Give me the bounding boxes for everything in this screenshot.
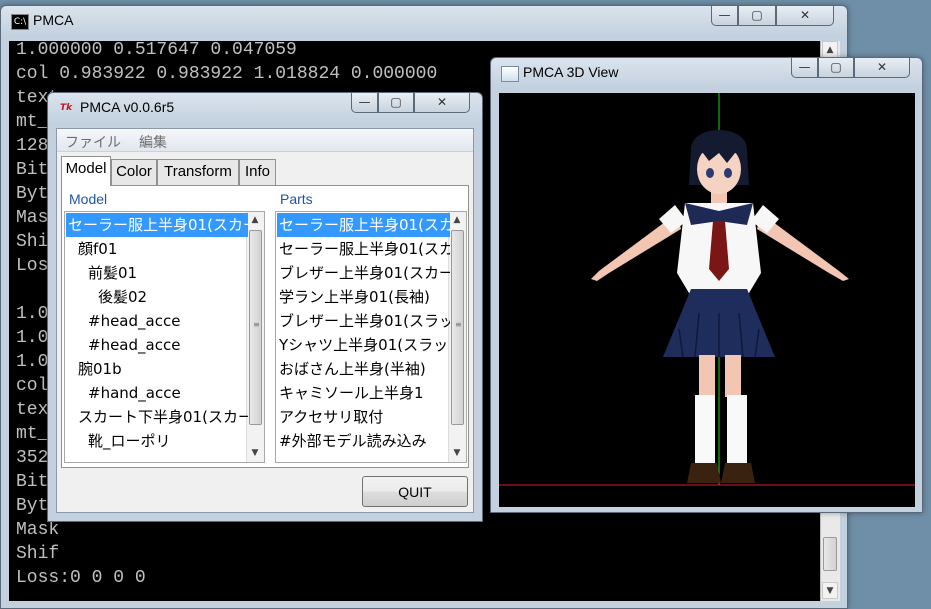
model-group-label: Model bbox=[69, 191, 108, 207]
scroll-up-button[interactable]: ▲ bbox=[822, 41, 838, 58]
scroll-down-button[interactable]: ▼ bbox=[822, 582, 838, 599]
maximize-icon: ▢ bbox=[751, 8, 763, 22]
parts-group-label: Parts bbox=[280, 191, 313, 207]
model-list-item[interactable]: 腕01b bbox=[66, 357, 248, 381]
scroll-up-button[interactable]: ▲ bbox=[247, 212, 263, 229]
view3d-maximize-button[interactable]: ▢ bbox=[818, 58, 854, 78]
console-line: col 0.983922 0.983922 1.018824 0.000000 bbox=[16, 64, 438, 84]
parts-list-item[interactable]: セーラー服上半身01(スカ bbox=[277, 237, 450, 261]
console-line: Mask bbox=[16, 520, 60, 540]
model-listbox[interactable]: ▲ ≡ ▼ セーラー服上半身01(スカー 顔f01 前髪01 後髪02 #head_ac… bbox=[64, 211, 265, 463]
model-list-item[interactable]: #head_acce bbox=[66, 309, 248, 333]
parts-list-scrollbar[interactable]: ▲ ≡ ▼ bbox=[448, 212, 466, 462]
scroll-up-icon: ▲ bbox=[826, 45, 834, 55]
model-list-item[interactable]: #head_acce bbox=[66, 333, 248, 357]
scroll-down-icon: ▼ bbox=[251, 448, 259, 458]
menu-file[interactable]: ファイル bbox=[65, 132, 121, 152]
model-list-item[interactable]: #hand_acce bbox=[66, 381, 248, 405]
menu-bar: ファイル 編集 bbox=[57, 129, 473, 152]
parts-list-item[interactable]: ブレザー上半身01(スカー bbox=[277, 261, 450, 285]
close-icon: ✕ bbox=[436, 95, 448, 109]
tab-model[interactable]: Model bbox=[61, 156, 111, 186]
minimize-icon: — bbox=[718, 8, 731, 22]
model-list-item[interactable]: 後髪02 bbox=[66, 285, 248, 309]
model-list-item[interactable]: スカート下半身01(スカー bbox=[66, 405, 248, 429]
parts-list-item[interactable]: セーラー服上半身01(スカ bbox=[277, 213, 450, 237]
tab-info[interactable]: Info bbox=[239, 159, 276, 185]
scroll-down-button[interactable]: ▼ bbox=[247, 445, 263, 462]
console-line: 352 bbox=[16, 448, 49, 468]
console-scroll-thumb[interactable] bbox=[823, 537, 837, 571]
pmca-title: PMCA v0.0.6r5 bbox=[80, 99, 175, 115]
grip-icon: ≡ bbox=[253, 320, 260, 329]
scroll-up-icon: ▲ bbox=[251, 215, 259, 225]
parts-list-item[interactable]: ブレザー上半身01(スラッ bbox=[277, 309, 450, 333]
console-line: 1.000000 0.517647 0.047059 bbox=[16, 41, 297, 60]
pmca-close-button[interactable]: ✕ bbox=[414, 93, 470, 113]
view3d-title: PMCA 3D View bbox=[523, 64, 619, 80]
view3d-close-button[interactable]: ✕ bbox=[854, 58, 910, 78]
parts-list-item[interactable]: #外部モデル読み込み bbox=[277, 429, 450, 453]
quit-button[interactable]: QUIT bbox=[362, 476, 468, 507]
console-title: PMCA bbox=[33, 12, 74, 28]
parts-list-item[interactable]: アクセサリ取付 bbox=[277, 405, 450, 429]
parts-list-item[interactable]: Yシャツ上半身01(スラッ bbox=[277, 333, 450, 357]
parts-list-item[interactable]: おばさん上半身(半袖) bbox=[277, 357, 450, 381]
maximize-icon: ▢ bbox=[830, 60, 842, 74]
tab-transform[interactable]: Transform bbox=[157, 159, 239, 185]
parts-list-item[interactable]: キャミソール上半身1 bbox=[277, 381, 450, 405]
grip-icon: ≡ bbox=[455, 320, 462, 329]
minimize-icon: — bbox=[358, 95, 371, 109]
model-list-item[interactable]: 前髪01 bbox=[66, 261, 248, 285]
console-line: Shif bbox=[16, 544, 60, 564]
pmca-client-area: ファイル 編集 Model Color Transform Info Model… bbox=[56, 128, 474, 513]
model-list-item[interactable]: 顔f01 bbox=[66, 237, 248, 261]
console-app-icon: C:\ bbox=[11, 14, 29, 30]
console-maximize-button[interactable]: ▢ bbox=[738, 6, 776, 26]
maximize-icon: ▢ bbox=[390, 95, 402, 109]
console-line: 128 bbox=[16, 136, 49, 156]
close-icon: ✕ bbox=[876, 60, 888, 74]
console-line: col bbox=[16, 376, 49, 396]
scroll-down-icon: ▼ bbox=[453, 448, 461, 458]
model-list-item[interactable]: セーラー服上半身01(スカー bbox=[66, 213, 248, 237]
parts-list-scroll-thumb[interactable]: ≡ bbox=[451, 230, 464, 425]
console-line: Loss:0 0 0 0 bbox=[16, 568, 146, 588]
tab-color[interactable]: Color bbox=[111, 159, 157, 185]
scroll-up-button[interactable]: ▲ bbox=[449, 212, 465, 229]
view3d-minimize-button[interactable]: — bbox=[791, 58, 818, 78]
view3d-window: PMCA 3D View — ▢ ✕ bbox=[490, 57, 923, 513]
model-list-scroll-thumb[interactable]: ≡ bbox=[249, 230, 262, 425]
pmca-maximize-button[interactable]: ▢ bbox=[378, 93, 414, 113]
model-list-item[interactable]: 靴_ローポリ bbox=[66, 429, 248, 453]
3d-viewport[interactable] bbox=[499, 93, 915, 507]
parts-listbox[interactable]: ▲ ≡ ▼ セーラー服上半身01(スカ セーラー服上半身01(スカ ブレザー上半身0… bbox=[275, 211, 467, 463]
menu-edit[interactable]: 編集 bbox=[139, 132, 167, 152]
scroll-down-button[interactable]: ▼ bbox=[449, 445, 465, 462]
console-close-button[interactable]: ✕ bbox=[776, 6, 834, 26]
pmca-window: Tk PMCA v0.0.6r5 — ▢ ✕ ファイル 編集 Model Col… bbox=[47, 92, 483, 522]
console-minimize-button[interactable]: — bbox=[711, 6, 738, 26]
model-tab-panel: Model Parts ▲ ≡ ▼ セーラー服上半身01(スカー 顔f01 前髪01… bbox=[61, 185, 469, 468]
model-list-scrollbar[interactable]: ▲ ≡ ▼ bbox=[246, 212, 264, 462]
tk-feather-icon: Tk bbox=[59, 103, 73, 113]
minimize-icon: — bbox=[798, 60, 811, 74]
close-icon: ✕ bbox=[799, 8, 811, 22]
scroll-down-icon: ▼ bbox=[826, 586, 834, 596]
scroll-up-icon: ▲ bbox=[453, 215, 461, 225]
pmca-minimize-button[interactable]: — bbox=[351, 93, 378, 113]
parts-list-item[interactable]: 学ラン上半身01(長袖) bbox=[277, 285, 450, 309]
character-model bbox=[591, 130, 849, 483]
3d-scene bbox=[499, 93, 915, 486]
view3d-app-icon bbox=[501, 66, 519, 82]
